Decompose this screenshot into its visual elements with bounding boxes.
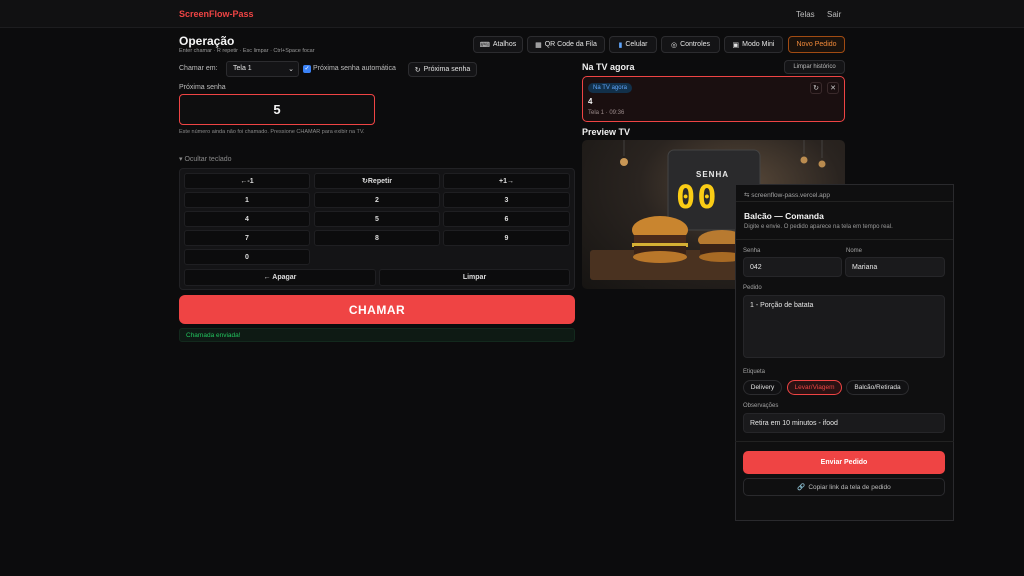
backspace-key[interactable]: ← Apagar <box>184 269 376 286</box>
chip-levar-viagem[interactable]: Levar/Viagem <box>787 380 842 395</box>
settings-icon: ⇆ <box>744 192 750 199</box>
controls-button[interactable]: ◎ Controles <box>661 36 720 53</box>
digit-key-4[interactable]: 4 <box>184 211 310 227</box>
nav-link-sair[interactable]: Sair <box>827 10 841 19</box>
qr-icon: ▦ <box>535 41 542 49</box>
preview-number: 00 <box>676 178 719 216</box>
shortcuts-button[interactable]: ⌨ Atalhos <box>473 36 523 53</box>
chevron-down-icon: ⌄ <box>288 66 294 73</box>
next-number-hint: Este número ainda não foi chamado. Press… <box>179 129 365 135</box>
send-order-button[interactable]: Enviar Pedido <box>743 451 945 474</box>
toggle-keypad-link[interactable]: ▾ Ocultar teclado <box>179 155 232 163</box>
preview-title: Preview TV <box>582 127 631 137</box>
next-number-label: Próxima senha <box>179 84 226 91</box>
close-icon[interactable]: ✕ <box>827 82 839 94</box>
senha-input[interactable]: 042 <box>743 257 842 277</box>
tv-now-number: 4 <box>588 97 593 106</box>
auto-next-label: Próxima senha automática <box>313 65 396 72</box>
qr-code-button[interactable]: ▦ QR Code da Fila <box>527 36 605 53</box>
refresh-icon[interactable]: ↻ <box>810 82 822 94</box>
refresh-icon: ↻ <box>414 66 421 74</box>
call-status: Chamada enviada! <box>179 328 575 342</box>
pedido-textarea[interactable]: 1 - Porção de batata <box>743 295 945 358</box>
tv-now-title: Na TV agora <box>582 62 635 72</box>
keyboard-icon: ⌨ <box>479 41 490 49</box>
mini-mode-button[interactable]: ▣ Modo Mini <box>724 36 783 53</box>
minus-one-key[interactable]: ←-1 <box>184 173 310 189</box>
modal-title: Balcão — Comanda <box>744 211 824 221</box>
nome-label: Nome <box>846 248 863 254</box>
chip-balcao-retirada[interactable]: Balcão/Retirada <box>846 380 909 395</box>
call-on-label: Chamar em: <box>179 65 218 72</box>
digit-key-0[interactable]: 0 <box>184 249 310 265</box>
divider <box>735 441 954 442</box>
digit-key-8[interactable]: 8 <box>314 230 440 246</box>
new-order-button[interactable]: Novo Pedido <box>788 36 845 53</box>
digit-key-6[interactable]: 6 <box>443 211 570 227</box>
digit-key-3[interactable]: 3 <box>443 192 570 208</box>
chip-delivery[interactable]: Delivery <box>743 380 782 395</box>
url-bar[interactable]: ⇆ screenflow-pass.vercel.app <box>744 191 830 199</box>
phone-icon: ▮ <box>618 41 623 49</box>
top-bar: ScreenFlow-Pass Telas Sair <box>0 0 1024 28</box>
mobile-button[interactable]: ▮ Celular <box>609 36 657 53</box>
tv-now-badge: Na TV agora <box>588 83 632 93</box>
shortcuts-hint: Enter chamar · R repetir · Esc limpar · … <box>179 48 315 54</box>
tv-now-meta: Tela 1 · 09:36 <box>588 110 625 116</box>
nav-link-telas[interactable]: Telas <box>796 10 815 19</box>
clear-history-button[interactable]: Limpar histórico <box>784 60 845 74</box>
clear-key[interactable]: Limpar <box>379 269 570 286</box>
keypad: ←-1 ↻Repetir +1→ 1 2 3 4 5 6 7 8 9 0 ← A… <box>179 168 575 290</box>
next-number-button[interactable]: ↻ Próxima senha <box>408 62 477 77</box>
digit-key-9[interactable]: 9 <box>443 230 570 246</box>
nome-input[interactable]: Mariana <box>845 257 945 277</box>
gamepad-icon: ◎ <box>670 41 678 49</box>
tv-now-card: Na TV agora 4 Tela 1 · 09:36 ↻ ✕ <box>582 76 845 122</box>
copy-link-button[interactable]: 🔗 Copiar link da tela de pedido <box>743 478 945 496</box>
senha-label: Senha <box>743 248 761 254</box>
digit-key-1[interactable]: 1 <box>184 192 310 208</box>
plus-one-key[interactable]: +1→ <box>443 173 570 189</box>
screen-select[interactable]: Tela 1 ⌄ <box>226 61 299 77</box>
auto-next-checkbox[interactable]: ✓ <box>303 65 311 73</box>
digit-key-5[interactable]: 5 <box>314 211 440 227</box>
etiqueta-label: Etiqueta <box>743 369 766 375</box>
link-icon: 🔗 <box>797 484 806 491</box>
divider <box>736 239 953 240</box>
call-button[interactable]: CHAMAR <box>179 295 575 324</box>
observacoes-input[interactable]: Retira em 10 minutos - ifood <box>743 413 945 433</box>
window-icon: ▣ <box>732 41 740 49</box>
brand-logo[interactable]: ScreenFlow-Pass <box>179 9 254 19</box>
pedido-label: Pedido <box>743 285 762 291</box>
repeat-key[interactable]: ↻Repetir <box>314 173 440 189</box>
next-number-display[interactable]: 5 <box>179 94 375 125</box>
observacoes-label: Observações <box>743 403 779 409</box>
page-title: Operação <box>179 34 235 48</box>
digit-key-2[interactable]: 2 <box>314 192 440 208</box>
divider <box>736 201 953 202</box>
digit-key-7[interactable]: 7 <box>184 230 310 246</box>
modal-description: Digite e envie. O pedido aparece na tela… <box>744 224 893 230</box>
